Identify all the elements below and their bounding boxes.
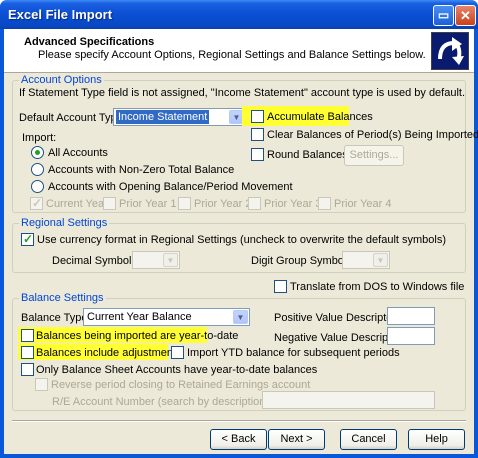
import-ytd-label[interactable]: Import YTD balance for subsequent period… (187, 347, 400, 359)
re-account-input[interactable] (262, 391, 435, 409)
translate-dos-checkbox[interactable] (274, 280, 287, 293)
accumulate-balances-checkbox[interactable] (251, 110, 264, 123)
radio-opening-balance[interactable] (31, 180, 44, 193)
radio-all-accounts[interactable] (31, 146, 44, 159)
positive-descriptor-label: Positive Value Descriptor: (274, 312, 400, 324)
title-bar[interactable]: Excel File Import ▭ ✕ (0, 0, 478, 29)
decimal-symbol-label: Decimal Symbol: (52, 255, 135, 267)
settings-button[interactable]: Settings... (344, 145, 404, 166)
default-account-type-label: Default Account Type: (19, 112, 126, 124)
negative-descriptor-input[interactable] (387, 327, 435, 345)
radio-non-zero-label[interactable]: Accounts with Non-Zero Total Balance (48, 164, 234, 176)
prior-year-4-label: Prior Year 4 (334, 198, 392, 210)
round-balances-label[interactable]: Round Balances (267, 149, 348, 161)
page-subtitle: Please specify Account Options, Regional… (38, 49, 426, 61)
dialog-body: Advanced Specifications Please specify A… (4, 29, 478, 454)
prior-year-1-checkbox[interactable] (103, 197, 116, 210)
balance-type-label: Balance Type: (21, 312, 91, 324)
prior-year-3-label: Prior Year 3 (264, 198, 322, 210)
chevron-down-icon[interactable]: ▼ (163, 253, 178, 267)
decimal-symbol-select[interactable]: ▼ (132, 251, 180, 269)
import-ytd-checkbox[interactable] (171, 346, 184, 359)
year-to-date-label[interactable]: Balances being imported are year-to-date (36, 330, 238, 342)
clear-balances-label[interactable]: Clear Balances of Period(s) Being Import… (267, 129, 478, 141)
round-balances-checkbox[interactable] (251, 148, 264, 161)
regional-settings-label: Regional Settings (19, 217, 110, 229)
restore-icon: ▭ (437, 8, 450, 22)
radio-non-zero[interactable] (31, 163, 44, 176)
prior-year-3-checkbox[interactable] (248, 197, 261, 210)
default-account-type-select[interactable]: Income Statement ▼ (113, 108, 246, 126)
balance-type-select[interactable]: Current Year Balance ▼ (83, 308, 250, 326)
accumulate-balances-label[interactable]: Accumulate Balances (267, 111, 373, 123)
import-arrow-icon (431, 32, 469, 70)
positive-descriptor-input[interactable] (387, 307, 435, 325)
restore-button[interactable]: ▭ (433, 5, 454, 26)
include-adjustments-label[interactable]: Balances include adjustments (36, 347, 182, 359)
reverse-closing-label: Reverse period closing to Retained Earni… (51, 379, 311, 391)
use-currency-label[interactable]: Use currency format in Regional Settings… (37, 234, 446, 246)
include-adjustments-checkbox[interactable] (21, 346, 34, 359)
prior-year-2-checkbox[interactable] (178, 197, 191, 210)
close-icon: ✕ (460, 8, 471, 23)
close-button[interactable]: ✕ (455, 5, 476, 26)
window-title: Excel File Import (8, 7, 113, 22)
default-account-type-value: Income Statement (116, 110, 210, 124)
prior-year-2-label: Prior Year 2 (194, 198, 252, 210)
prior-year-1-label: Prior Year 1 (119, 198, 177, 210)
page-title: Advanced Specifications (24, 36, 155, 48)
help-button[interactable]: Help (408, 429, 465, 450)
account-options-label: Account Options (19, 74, 104, 86)
negative-descriptor-label: Negative Value Descriptor: (274, 332, 405, 344)
clear-balances-checkbox[interactable] (251, 128, 264, 141)
chevron-down-icon[interactable]: ▼ (233, 310, 248, 324)
digit-group-symbol-select[interactable]: ▼ (342, 251, 390, 269)
year-to-date-checkbox[interactable] (21, 329, 34, 342)
footer-separator (12, 420, 466, 422)
balance-type-value: Current Year Balance (87, 311, 192, 323)
current-year-label: Current Year (46, 198, 108, 210)
chevron-down-icon[interactable]: ▼ (373, 253, 388, 267)
current-year-checkbox[interactable] (30, 196, 43, 210)
back-button[interactable]: < Back (210, 429, 267, 450)
only-bs-checkbox[interactable] (21, 363, 34, 376)
balance-settings-label: Balance Settings (19, 292, 106, 304)
only-bs-label[interactable]: Only Balance Sheet Accounts have year-to… (36, 364, 317, 376)
prior-year-4-checkbox[interactable] (318, 197, 331, 210)
use-currency-checkbox[interactable] (21, 232, 34, 246)
next-button[interactable]: Next > (268, 429, 325, 450)
account-type-info: If Statement Type field is not assigned,… (19, 87, 466, 99)
translate-dos-label[interactable]: Translate from DOS to Windows file (290, 281, 464, 293)
cancel-button[interactable]: Cancel (340, 429, 397, 450)
digit-group-symbol-label: Digit Group Symbol: (251, 255, 350, 267)
wizard-header: Advanced Specifications Please specify A… (4, 29, 474, 73)
reverse-closing-checkbox[interactable] (35, 378, 48, 391)
radio-opening-balance-label[interactable]: Accounts with Opening Balance/Period Mov… (48, 181, 293, 193)
import-label: Import: (22, 132, 57, 144)
radio-all-accounts-label[interactable]: All Accounts (48, 147, 108, 159)
excel-file-import-window: Excel File Import ▭ ✕ Advanced Specifica… (0, 0, 478, 458)
